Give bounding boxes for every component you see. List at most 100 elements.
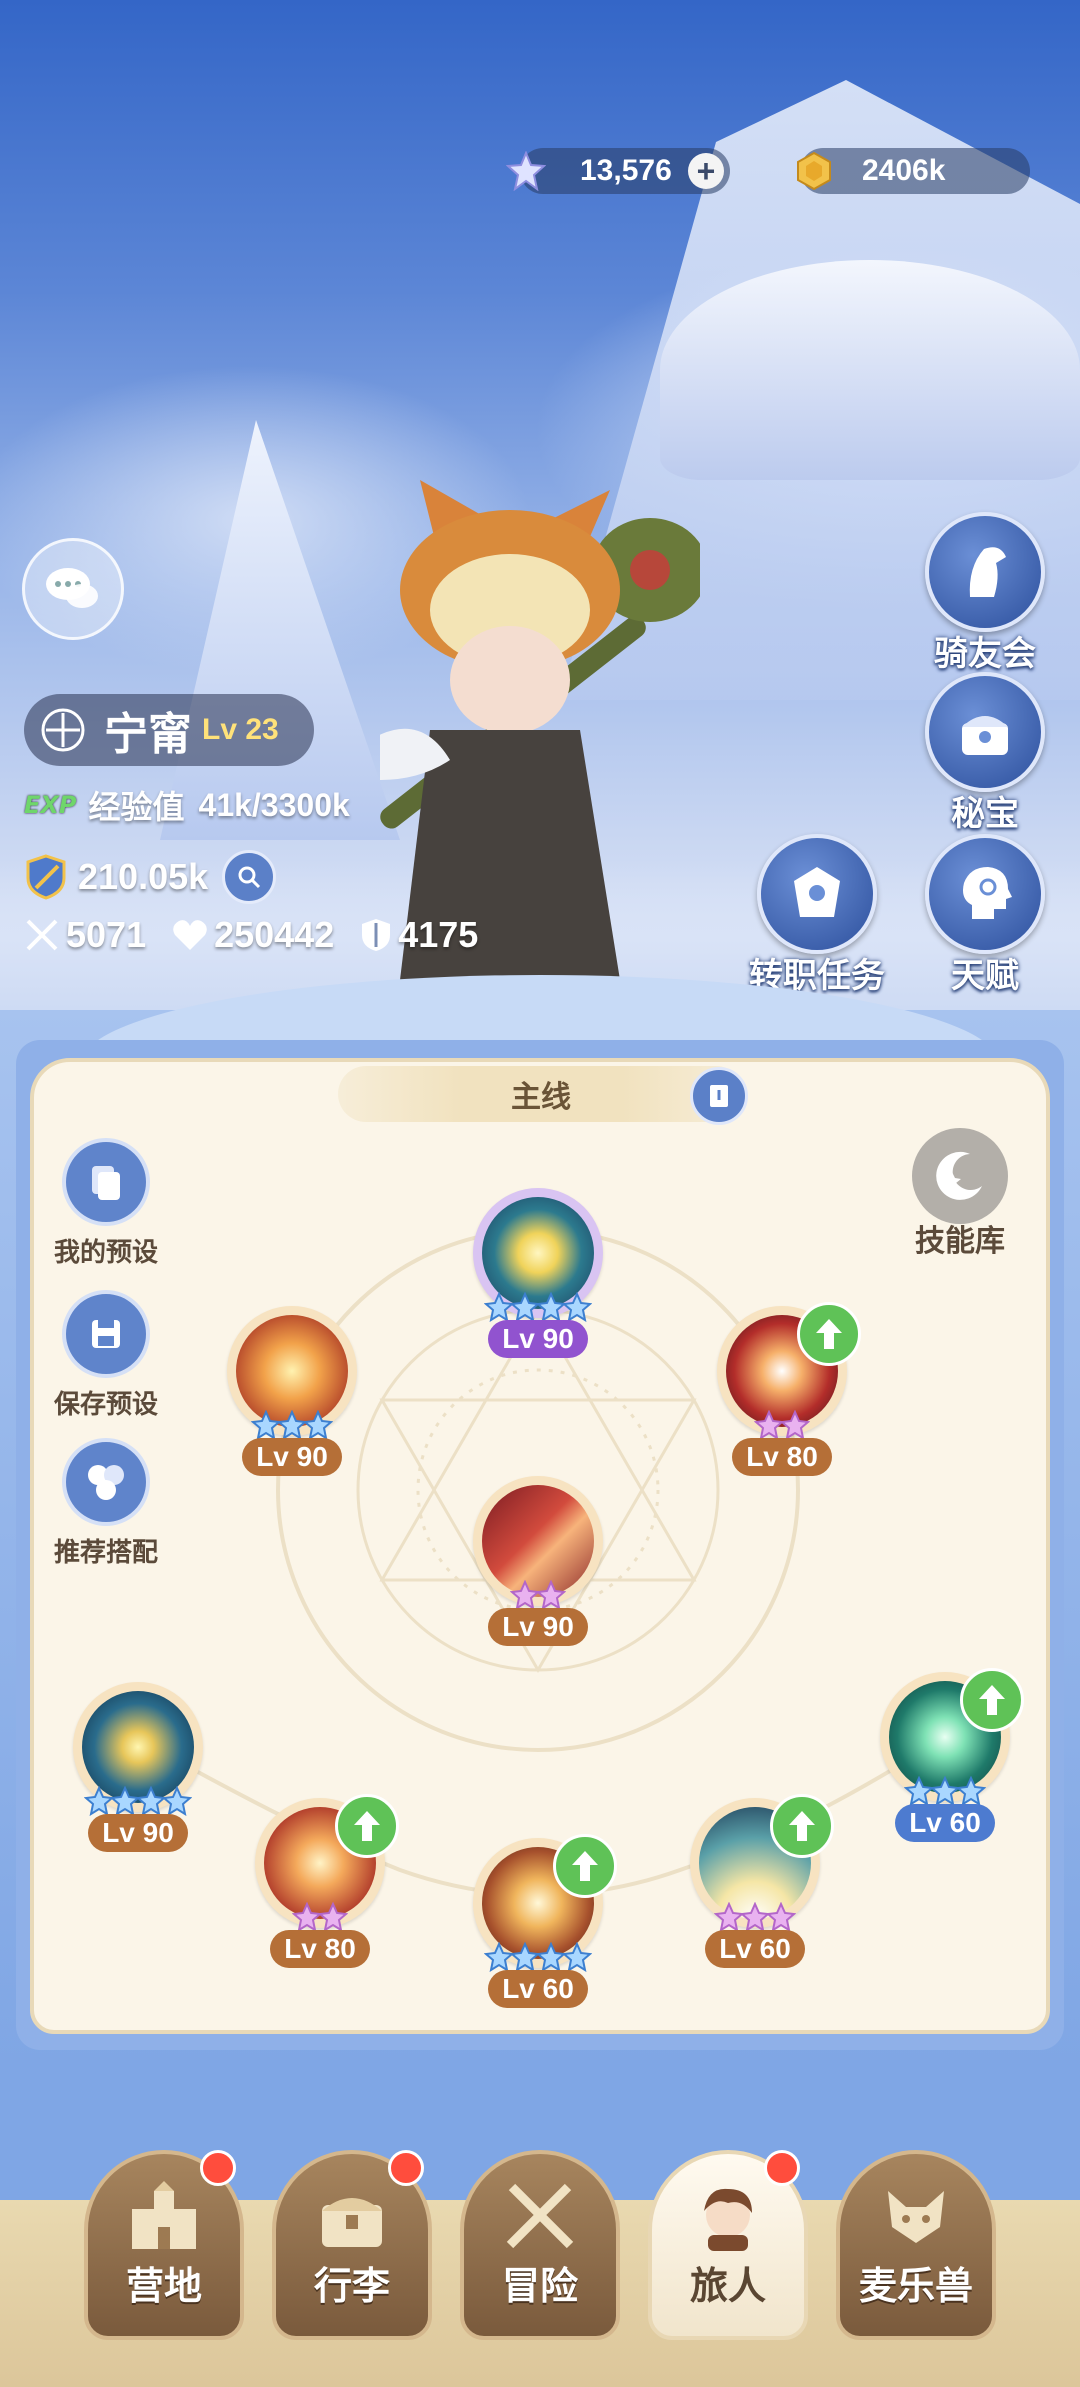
book-icon — [710, 1085, 728, 1107]
defense-value: 4175 — [398, 914, 479, 955]
skill-level: Lv 80 — [270, 1930, 370, 1968]
star-icon — [162, 1786, 192, 1816]
upgrade-arrow-icon — [797, 1302, 861, 1366]
skill-stars — [484, 1292, 592, 1322]
cards-icon — [62, 1138, 150, 1226]
upgrade-arrow-icon — [960, 1668, 1024, 1732]
gold-currency: 2406k — [797, 148, 1030, 194]
player-name-plate[interactable]: 宁甯 Lv 23 — [24, 694, 314, 766]
combat-power-row: 210.05k — [24, 850, 277, 904]
guide-book-button[interactable] — [690, 1067, 748, 1125]
combat-power-value: 210.05k — [78, 856, 209, 897]
star-icon — [562, 1292, 592, 1322]
skill-level: Lv 60 — [705, 1930, 805, 1968]
skill-slot[interactable]: Lv 90 — [217, 1306, 367, 1476]
player-level: Lv 23 — [202, 713, 279, 746]
riders-club-button[interactable]: 骑友会 — [900, 512, 1070, 675]
magnifier-icon — [238, 866, 261, 889]
recommended-setup-button[interactable]: 推荐搭配 — [36, 1438, 176, 1569]
skill-stars — [292, 1902, 348, 1932]
skill-level: Lv 60 — [488, 1970, 588, 2008]
gold-coin-icon — [797, 151, 831, 191]
skill-stars — [754, 1410, 810, 1440]
panel-title: 主线 — [511, 1080, 571, 1115]
notification-dot — [764, 2150, 800, 2186]
horse-head-icon — [925, 512, 1045, 632]
skill-stars — [510, 1580, 566, 1610]
shield-power-icon — [26, 854, 66, 900]
skill-slot[interactable]: Lv 90 — [463, 1476, 613, 1646]
upgrade-arrow-icon — [553, 1834, 617, 1898]
skill-library-button[interactable]: 技能库 — [898, 1128, 1022, 1260]
power-detail-button[interactable] — [222, 850, 277, 904]
add-crystal-button[interactable]: + — [688, 153, 724, 189]
star-icon — [303, 1410, 333, 1440]
star-icon — [562, 1942, 592, 1972]
skill-stars — [484, 1942, 592, 1972]
nav-tab-camp[interactable]: 营地 — [84, 2150, 244, 2340]
riders-club-label: 骑友会 — [934, 634, 1036, 674]
star-icon — [536, 1580, 566, 1610]
player-character[interactable] — [380, 480, 700, 980]
skill-stars — [84, 1786, 192, 1816]
skill-stars — [251, 1410, 333, 1440]
nav-tab-traveler[interactable]: 旅人 — [648, 2150, 808, 2340]
secret-treasure-label: 秘宝 — [951, 794, 1019, 834]
chat-button[interactable] — [22, 538, 124, 640]
moon-star-icon — [912, 1128, 1008, 1224]
traveler-portrait-icon — [704, 2188, 752, 2251]
skill-level: Lv 90 — [488, 1608, 588, 1646]
skill-level: Lv 90 — [242, 1438, 342, 1476]
skill-slot[interactable]: Lv 60 — [870, 1668, 1024, 1842]
crystal-currency: 13,576 + — [506, 148, 730, 194]
upgrade-arrow-icon — [335, 1794, 399, 1858]
notification-dot — [388, 2150, 424, 2186]
attack-value: 5071 — [66, 914, 147, 955]
save-preset-button[interactable]: 保存预设 — [36, 1290, 176, 1421]
upgrade-arrow-icon — [770, 1794, 834, 1858]
skill-slot[interactable]: Lv 80 — [245, 1794, 399, 1968]
snow-mushroom-tree — [660, 260, 1080, 480]
shield-defense-icon — [362, 919, 391, 951]
exp-label: 经验值 — [88, 788, 185, 826]
nav-tab-adventure[interactable]: 冒险 — [460, 2150, 620, 2340]
nav-traveler-label: 旅人 — [689, 2264, 766, 2308]
skill-slot[interactable]: Lv 90 — [63, 1682, 213, 1852]
star-icon — [780, 1410, 810, 1440]
star-icon — [318, 1902, 348, 1932]
head-brain-icon — [925, 834, 1045, 954]
player-name: 宁甯 — [104, 709, 192, 760]
nav-tab-pet[interactable]: 麦乐兽 — [836, 2150, 996, 2340]
star-icon — [766, 1902, 796, 1932]
combo-icon — [62, 1438, 150, 1526]
nav-pet-label: 麦乐兽 — [858, 2264, 973, 2308]
skill-level: Lv 80 — [732, 1438, 832, 1476]
exp-row: EXP 经验值 41k/3300k — [24, 782, 350, 828]
skill-stars — [714, 1902, 796, 1932]
talent-button[interactable]: 天赋 — [900, 834, 1070, 997]
crest-icon — [757, 834, 877, 954]
skill-library-label: 技能库 — [915, 1224, 1005, 1259]
crystal-icon — [506, 151, 546, 191]
panel-title-bar: 主线 — [338, 1066, 744, 1122]
secret-treasure-button[interactable]: 秘宝 — [900, 672, 1070, 835]
skill-slot[interactable]: Lv 90 — [463, 1188, 613, 1358]
skill-slot[interactable]: Lv 60 — [463, 1834, 617, 2008]
star-icon — [956, 1776, 986, 1806]
my-presets-label: 我的预设 — [53, 1238, 158, 1268]
snow-mountain — [160, 420, 400, 840]
skill-slot[interactable]: Lv 80 — [707, 1302, 861, 1476]
skill-slot[interactable]: Lv 60 — [680, 1794, 834, 1968]
job-change-quest-button[interactable]: 转职任务 — [732, 834, 902, 997]
nav-camp-label: 营地 — [125, 2264, 202, 2308]
crossed-swords-icon — [506, 2183, 574, 2249]
save-preset-label: 保存预设 — [53, 1390, 158, 1420]
recommended-setup-label: 推荐搭配 — [53, 1538, 158, 1568]
sword-attack-icon — [26, 919, 58, 951]
castle-icon — [132, 2181, 196, 2249]
my-presets-button[interactable]: 我的预设 — [36, 1138, 176, 1269]
nav-bag-label: 行李 — [313, 2264, 390, 2308]
crystal-amount: 13,576 — [580, 154, 672, 187]
skill-level: Lv 90 — [488, 1320, 588, 1358]
nav-tab-bag[interactable]: 行李 — [272, 2150, 432, 2340]
